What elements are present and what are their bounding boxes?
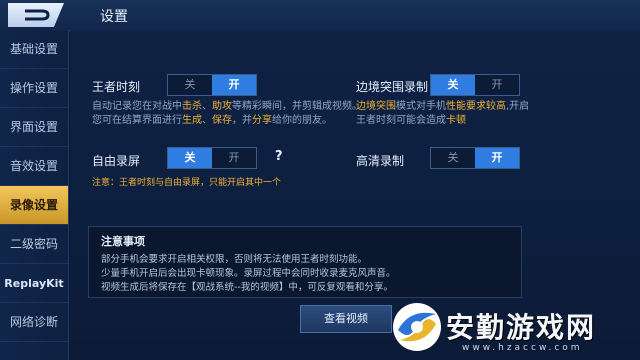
title-bar: 设置 [0,0,640,31]
border-record-description: 边境突围模式对手机性能要求较高,开启 王者时刻可能会造成卡顿 [356,101,530,126]
watch-video-button[interactable]: 查看视频 [300,305,392,333]
watermark-url: www.hzaccw.com [462,343,583,353]
notice-line: 部分手机会要求开启相关权限，否则将无法使用王者时刻功能。 [101,254,368,265]
border-record-label: 边境突围录制 [356,80,429,94]
page-title: 设置 [100,9,128,25]
king-moment-off-option[interactable]: 关 [168,75,212,95]
sidebar-item-controls[interactable]: 操作设置 [0,69,68,108]
free-record-toggle[interactable]: 关 开 [167,147,257,169]
free-record-on-option[interactable]: 开 [212,148,256,168]
back-arrow-icon [25,9,50,21]
back-button[interactable] [8,3,64,27]
border-record-on-option[interactable]: 开 [475,75,519,95]
sidebar-item-recording[interactable]: 录像设置 [0,186,68,225]
sidebar-item-network[interactable]: 网络诊断 [0,303,68,342]
sidebar-item-replaykit[interactable]: ReplayKit [0,264,68,303]
sidebar-item-interface[interactable]: 界面设置 [0,108,68,147]
border-record-off-option[interactable]: 关 [431,75,475,95]
sidebar-item-password[interactable]: 二级密码 [0,225,68,264]
watermark-name: 安勤游戏网 [446,311,597,344]
notice-line: 少量手机开启后会出现卡顿现象。录屏过程中会同时收录麦克风声音。 [101,268,396,279]
hd-record-off-option[interactable]: 关 [431,148,475,168]
free-record-off-option[interactable]: 关 [168,148,212,168]
notice-box: 注意事项 部分手机会要求开启相关权限，否则将无法使用王者时刻功能。 少量手机开启… [88,226,522,298]
hd-record-on-option[interactable]: 开 [475,148,519,168]
notice-line: 视频生成后将保存在【观战系统--我的视频】中，可反复观看和分享。 [101,282,393,293]
king-moment-toggle[interactable]: 关 开 [167,74,257,96]
king-moment-label: 王者时刻 [92,80,141,94]
help-icon[interactable]: ? [275,149,283,164]
watermark-logo-icon [393,303,441,351]
hd-record-label: 高清录制 [356,154,405,168]
hd-record-toggle[interactable]: 关 开 [430,147,520,169]
king-moment-description: 自动记录您在对战中击杀、助攻等精彩瞬间，并剪辑成视频。 您可在结算界面进行生成、… [92,101,362,126]
free-record-note: 注意：王者时刻与自由录屏，只能开启其中一个 [92,178,282,188]
border-record-toggle[interactable]: 关 开 [430,74,520,96]
sidebar-item-sound[interactable]: 音效设置 [0,147,68,186]
king-moment-on-option[interactable]: 开 [212,75,256,95]
notice-title: 注意事项 [101,235,145,248]
sidebar: 基础设置 操作设置 界面设置 音效设置 录像设置 二级密码 ReplayKit … [0,30,69,360]
free-record-label: 自由录屏 [92,154,141,168]
sidebar-item-basic[interactable]: 基础设置 [0,30,68,69]
